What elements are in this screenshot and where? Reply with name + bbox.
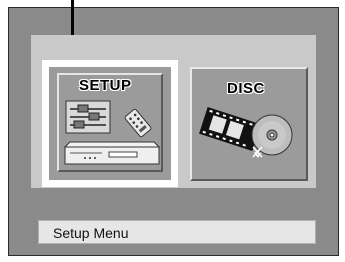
setup-tile-label: SETUP xyxy=(79,77,132,94)
dvd-player-icon xyxy=(63,141,160,165)
equalizer-sliders-icon xyxy=(65,100,111,134)
disc-tile-label: DISC xyxy=(227,80,265,97)
remote-control-icon xyxy=(124,108,152,138)
status-bar-text: Setup Menu xyxy=(53,225,129,241)
disc-icon xyxy=(251,114,293,158)
status-bar: Setup Menu xyxy=(38,220,316,244)
